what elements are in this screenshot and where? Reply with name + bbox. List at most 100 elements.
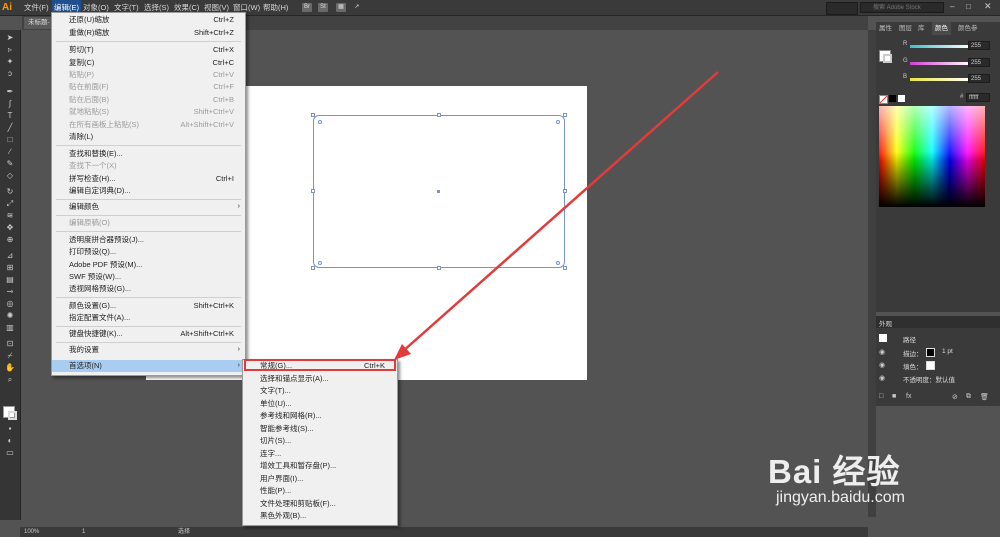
tab-properties[interactable]: 属性	[879, 22, 892, 35]
menu-item-flattener-presets[interactable]: 透明度拼合器预设(J)...	[52, 234, 245, 246]
none-color-icon[interactable]	[879, 95, 888, 104]
blue-slider[interactable]	[910, 78, 970, 81]
hand-tool-icon[interactable]: ✋	[4, 363, 16, 372]
red-value-input[interactable]: 255	[968, 41, 990, 50]
artboard-tool-icon[interactable]: ⊡	[4, 339, 16, 348]
selection-tool-icon[interactable]: ➤	[4, 33, 16, 42]
maximize-icon[interactable]: □	[966, 2, 971, 11]
puppet-warp-icon[interactable]: ✥	[4, 223, 16, 232]
pen-tool-icon[interactable]: ✒	[4, 87, 16, 96]
zoom-tool-icon[interactable]: ⌕	[4, 375, 16, 384]
stroke-weight-value[interactable]: 1 pt	[942, 348, 953, 355]
perspective-grid-icon[interactable]: ⊿	[4, 251, 16, 260]
lasso-icon[interactable]: ↄ	[4, 69, 16, 78]
stroke-color-swatch[interactable]	[926, 348, 935, 357]
menu-item-paste-front[interactable]: 贴在前面(F) Ctrl+F	[52, 81, 245, 93]
stock-search-input[interactable]: 搜索 Adobe Stock	[860, 2, 944, 13]
menu-item-undo[interactable]: 还原(U)缩放 Ctrl+Z	[52, 14, 245, 26]
screen-mode-icon[interactable]: ▭	[4, 448, 16, 457]
bounding-handle[interactable]	[311, 189, 315, 193]
bridge-icon[interactable]: Br	[302, 3, 312, 12]
stroke-swatch[interactable]	[8, 411, 17, 420]
eyedropper-icon[interactable]: ⊸	[4, 287, 16, 296]
document-tab[interactable]: 未标题-	[24, 17, 54, 29]
delete-item-icon[interactable]: 🗑	[980, 393, 989, 401]
submenu-item-user-interface[interactable]: 用户界面(I)...	[243, 473, 397, 486]
paintbrush-icon[interactable]: ∕	[4, 147, 16, 156]
submenu-item-guides-grid[interactable]: 参考线和网格(R)...	[243, 410, 397, 423]
black-swatch[interactable]	[889, 95, 896, 102]
submenu-item-hyphenation[interactable]: 连字...	[243, 448, 397, 461]
eraser-icon[interactable]: ◇	[4, 171, 16, 180]
shape-builder-icon[interactable]: ⊕	[4, 235, 16, 244]
submenu-item-plugins-scratch[interactable]: 增效工具和暂存盘(P)...	[243, 460, 397, 473]
menu-item-paste[interactable]: 粘贴(P) Ctrl+V	[52, 69, 245, 81]
corner-radius-widget[interactable]	[318, 120, 322, 124]
visibility-eye-icon[interactable]: ◉	[879, 348, 885, 356]
menu-item-edit-original[interactable]: 编辑原稿(O)	[52, 217, 245, 229]
menu-help[interactable]: 帮助(H)	[261, 0, 290, 15]
visibility-eye-icon[interactable]: ◉	[879, 374, 885, 382]
submenu-item-type[interactable]: 文字(T)...	[243, 385, 397, 398]
rectangle-tool-icon[interactable]: □	[4, 135, 16, 144]
bounding-handle[interactable]	[311, 113, 315, 117]
draw-mode-icon[interactable]: ◐	[4, 436, 16, 445]
close-icon[interactable]: ✕	[984, 1, 992, 12]
curvature-icon[interactable]: ∫	[4, 99, 16, 108]
hex-input[interactable]: ffffff	[966, 93, 990, 102]
opacity-label[interactable]: 不透明度：默认值	[903, 374, 955, 384]
menu-item-edit-colors[interactable]: 编辑颜色 ›	[52, 201, 245, 213]
add-stroke-icon[interactable]: □	[879, 393, 883, 400]
add-effect-icon[interactable]: fx	[906, 393, 911, 400]
menu-item-assign-profile[interactable]: 指定配置文件(A)...	[52, 312, 245, 324]
gpu-performance-icon[interactable]: ➚	[352, 3, 362, 12]
color-mode-icon[interactable]: ▪	[4, 424, 16, 433]
menu-item-find-next[interactable]: 查找下一个(X)	[52, 160, 245, 172]
clear-appearance-icon[interactable]: ⊘	[952, 393, 958, 401]
bounding-handle[interactable]	[311, 266, 315, 270]
fill-color-swatch[interactable]	[926, 361, 935, 370]
duplicate-item-icon[interactable]: ⧉	[966, 393, 971, 401]
symbol-sprayer-icon[interactable]: ✺	[4, 311, 16, 320]
green-value-input[interactable]: 255	[968, 58, 990, 67]
tab-libraries[interactable]: 库	[918, 22, 925, 35]
menu-item-keyboard-shortcuts[interactable]: 键盘快捷键(K)... Alt+Shift+Ctrl+K	[52, 328, 245, 340]
width-tool-icon[interactable]: ≋	[4, 211, 16, 220]
menu-item-find-replace[interactable]: 查找和替换(E)...	[52, 148, 245, 160]
color-stroke-swatch[interactable]	[883, 54, 892, 63]
column-graph-icon[interactable]: ▥	[4, 323, 16, 332]
corner-radius-widget[interactable]	[318, 261, 322, 265]
artboard-number[interactable]: 1	[82, 527, 85, 537]
menu-item-preferences[interactable]: 首选项(N) ›	[52, 360, 245, 372]
submenu-item-smart-guides[interactable]: 智能参考线(S)...	[243, 423, 397, 436]
gradient-tool-icon[interactable]: ▤	[4, 275, 16, 284]
magic-wand-icon[interactable]: ✦	[4, 57, 16, 66]
menu-item-paste-back[interactable]: 贴在后面(B) Ctrl+B	[52, 94, 245, 106]
tab-color[interactable]: 颜色	[932, 22, 951, 35]
type-tool-icon[interactable]: T	[4, 111, 16, 120]
menu-item-paste-all-artboards[interactable]: 在所有画板上粘贴(S) Alt+Shift+Ctrl+V	[52, 119, 245, 131]
tab-color-guide[interactable]: 颜色参	[958, 22, 978, 35]
menu-file[interactable]: 文件(F)	[22, 0, 51, 15]
submenu-item-black-appearance[interactable]: 黑色外观(B)...	[243, 510, 397, 523]
menu-item-swf-presets[interactable]: SWF 预设(W)...	[52, 271, 245, 283]
arrange-documents-icon[interactable]: ▦	[336, 3, 346, 12]
mesh-tool-icon[interactable]: ⊞	[4, 263, 16, 272]
menu-item-color-settings[interactable]: 颜色设置(G)... Shift+Ctrl+K	[52, 300, 245, 312]
visibility-eye-icon[interactable]: ◉	[879, 361, 885, 369]
submenu-item-slices[interactable]: 切片(S)...	[243, 435, 397, 448]
menu-item-spell-check[interactable]: 拼写检查(H)... Ctrl+I	[52, 173, 245, 185]
tab-layers[interactable]: 图层	[899, 22, 912, 35]
slice-tool-icon[interactable]: ⌿	[4, 351, 16, 360]
blue-value-input[interactable]: 255	[968, 74, 990, 83]
red-slider[interactable]	[910, 45, 970, 48]
direct-selection-icon[interactable]: ▹	[4, 45, 16, 54]
menu-item-redo[interactable]: 重做(R)缩放 Shift+Ctrl+Z	[52, 27, 245, 39]
submenu-item-performance[interactable]: 性能(P)...	[243, 485, 397, 498]
menu-item-clear[interactable]: 清除(L)	[52, 131, 245, 143]
menu-item-paste-in-place[interactable]: 就地粘贴(S) Shift+Ctrl+V	[52, 106, 245, 118]
submenu-item-units[interactable]: 单位(U)...	[243, 398, 397, 411]
stock-icon[interactable]: St	[318, 3, 328, 12]
rotate-tool-icon[interactable]: ↻	[4, 187, 16, 196]
green-slider[interactable]	[910, 62, 970, 65]
